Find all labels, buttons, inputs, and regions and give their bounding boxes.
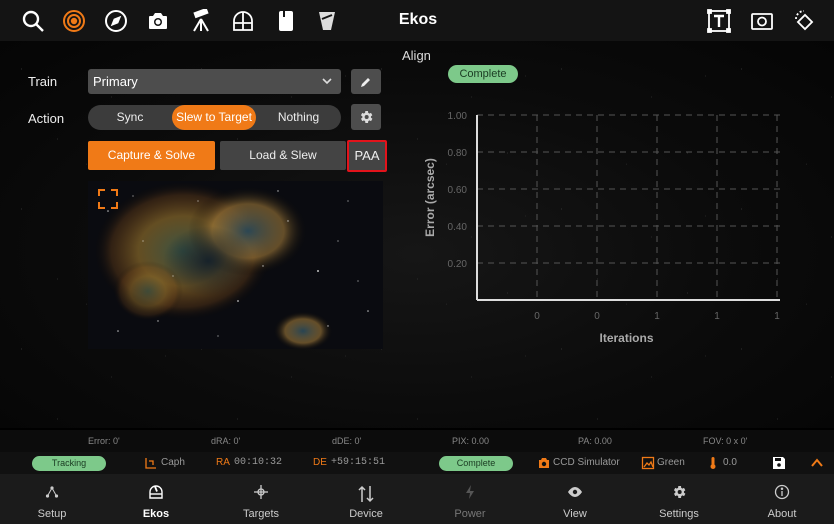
mount-status-text: Tracking xyxy=(51,458,87,468)
target-icon[interactable] xyxy=(61,8,87,34)
nav-about-label: About xyxy=(767,508,797,520)
de-value: +59:15:51 xyxy=(331,457,386,468)
y-tick-label: 0.60 xyxy=(448,185,468,196)
align-status-badge: Complete xyxy=(448,65,518,83)
save-icon[interactable] xyxy=(772,456,786,470)
train-label: Train xyxy=(28,74,58,89)
nav-ekos[interactable]: Ekos xyxy=(104,474,208,524)
x-axis-label: Iterations xyxy=(599,331,653,345)
action-slew-to-target[interactable]: Slew to Target xyxy=(172,105,256,130)
camera-icon[interactable] xyxy=(145,8,171,34)
x-tick-label: 0 xyxy=(534,311,540,322)
app-title: Ekos xyxy=(398,11,438,28)
settings-icon xyxy=(673,486,686,498)
y-tick-label: 0.20 xyxy=(448,259,468,270)
chevron-up-icon[interactable] xyxy=(810,456,824,470)
de-label: DE xyxy=(313,457,327,468)
capture-status-badge: Complete xyxy=(439,456,513,471)
telescope-icon[interactable] xyxy=(188,8,214,34)
ekos-icon xyxy=(149,485,163,499)
fov-readout: FOV: 0 x 0' xyxy=(703,436,748,446)
filter-name: Green xyxy=(657,457,685,468)
x-tick-label: 0 xyxy=(594,311,600,322)
search-icon[interactable] xyxy=(20,8,46,34)
ra-value: 00:10:32 xyxy=(234,457,283,468)
camera-icon xyxy=(539,458,549,468)
nav-device-label: Device xyxy=(349,508,383,520)
device-icon xyxy=(358,485,374,503)
status-bar: Tracking Caph RA 00:10:32 DE +59:15:51 C… xyxy=(0,452,834,474)
setup-icon xyxy=(45,486,59,498)
power-icon xyxy=(466,485,474,499)
x-tick-label: 1 xyxy=(714,311,720,322)
target-name: Caph xyxy=(161,457,185,468)
chevron-down-icon xyxy=(322,78,332,85)
nav-power[interactable]: Power xyxy=(418,474,522,524)
dra-readout: dRA: 0' xyxy=(211,436,241,446)
edit-train-button[interactable] xyxy=(351,69,381,94)
nav-power-label: Power xyxy=(454,508,486,520)
top-toolbar: Ekos xyxy=(0,0,834,41)
nav-settings[interactable]: Settings xyxy=(627,474,731,524)
nav-targets-label: Targets xyxy=(242,508,280,520)
focus-filter-icon[interactable] xyxy=(314,8,340,34)
mount-icon xyxy=(145,458,156,469)
y-axis-label: Error (arcsec) xyxy=(423,158,437,237)
capture-solve-button[interactable]: Capture & Solve xyxy=(88,141,215,170)
gear-icon xyxy=(360,111,373,123)
error-readout: Error: 0' xyxy=(88,436,120,446)
nav-device[interactable]: Device xyxy=(314,474,418,524)
scope-cover-icon[interactable] xyxy=(273,8,299,34)
nav-settings-label: Settings xyxy=(659,508,699,520)
nebula-image xyxy=(88,181,383,349)
dde-readout: dDE: 0' xyxy=(332,436,362,446)
align-options-button[interactable] xyxy=(351,104,381,130)
mount-status-badge: Tracking xyxy=(32,456,106,471)
nav-targets[interactable]: Targets xyxy=(209,474,313,524)
about-icon xyxy=(774,484,790,500)
pix-readout: PIX: 0.00 xyxy=(452,436,490,446)
fullscreen-icon[interactable] xyxy=(98,189,118,209)
action-nothing[interactable]: Nothing xyxy=(256,105,341,130)
text-recognition-icon[interactable] xyxy=(706,8,732,34)
targets-icon xyxy=(254,485,268,499)
nav-view[interactable]: View xyxy=(523,474,627,524)
ra-label: RA xyxy=(216,457,230,468)
bottom-navigation: Setup Ekos Targets Device Power View Set… xyxy=(0,474,834,524)
error-chart: 1.000.800.600.400.200 0 1 1 1IterationsError… xyxy=(423,111,780,345)
train-select[interactable]: Primary xyxy=(88,69,341,94)
frame-icon[interactable] xyxy=(749,8,775,34)
load-slew-button[interactable]: Load & Slew xyxy=(220,141,346,170)
view-icon xyxy=(568,487,582,497)
y-tick-label: 0.80 xyxy=(448,148,468,159)
solver-image-view[interactable] xyxy=(88,181,383,349)
train-value: Primary xyxy=(93,74,138,89)
compass-icon[interactable] xyxy=(103,8,129,34)
nav-about[interactable]: About xyxy=(730,474,834,524)
action-sync[interactable]: Sync xyxy=(88,105,172,130)
capture-status-text: Complete xyxy=(456,458,496,468)
camera-name: CCD Simulator xyxy=(553,457,620,468)
paa-button[interactable]: PAA xyxy=(347,140,387,172)
action-label: Action xyxy=(28,111,65,126)
pencil-icon xyxy=(361,77,370,87)
rotate-icon[interactable] xyxy=(791,8,817,34)
align-title: Align xyxy=(402,48,431,63)
nav-setup[interactable]: Setup xyxy=(0,474,104,524)
action-selector: Sync Slew to Target Nothing xyxy=(88,105,341,130)
y-tick-label: 1.00 xyxy=(448,111,468,122)
temperature-value: 0.0 xyxy=(723,457,737,468)
x-tick-label: 1 xyxy=(774,311,780,322)
pa-readout: PA: 0.00 xyxy=(578,436,612,446)
nav-view-label: View xyxy=(563,508,587,520)
nav-setup-label: Setup xyxy=(37,508,67,520)
x-tick-label: 1 xyxy=(654,311,660,322)
filter-icon xyxy=(641,456,655,470)
observatory-icon[interactable] xyxy=(230,8,256,34)
solution-info-bar: Error: 0' dRA: 0' dDE: 0' PIX: 0.00 PA: … xyxy=(0,430,834,452)
y-tick-label: 0.40 xyxy=(448,222,468,233)
nav-ekos-label: Ekos xyxy=(142,508,170,520)
thermometer-icon xyxy=(710,457,716,469)
